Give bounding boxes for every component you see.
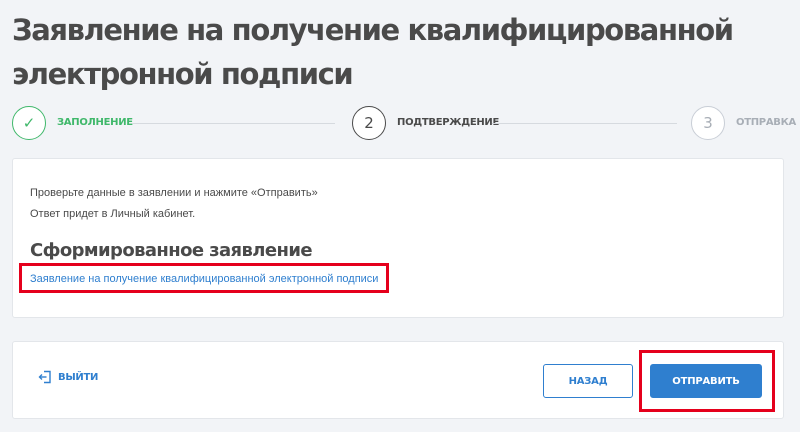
exit-label: Выйти [58, 371, 99, 383]
exit-button[interactable]: Выйти [38, 370, 98, 384]
section-title: Сформированное заявление [30, 240, 313, 261]
page-title: Заявление на получение квалифицированной… [12, 13, 734, 91]
step-connector-1 [132, 123, 335, 124]
send-button[interactable]: Отправить [650, 364, 762, 398]
application-document-link[interactable]: Заявление на получение квалифицированной… [30, 272, 378, 286]
back-button-label: Назад [568, 375, 608, 387]
application-review-card: Проверьте данные в заявлении и нажмите «… [12, 158, 784, 318]
step-2-label: Подтверждение [397, 117, 500, 128]
response-note-text: Ответ придет в Личный кабинет. [30, 208, 196, 220]
actions-card: Выйти Назад Отправить [12, 341, 784, 419]
back-button[interactable]: Назад [543, 364, 633, 398]
step-2-number: 2 [364, 114, 374, 132]
logout-icon [38, 370, 52, 384]
step-1-indicator: ✓ [12, 106, 46, 140]
step-2-indicator: 2 [352, 106, 386, 140]
step-3-number: 3 [703, 114, 713, 132]
send-button-label: Отправить [672, 375, 740, 387]
check-icon: ✓ [22, 114, 36, 132]
step-3-indicator: 3 [691, 106, 725, 140]
step-3-label: Отправка [736, 117, 796, 128]
step-1-label: Заполнение [57, 117, 133, 128]
instruction-text: Проверьте данные в заявлении и нажмите «… [30, 187, 318, 199]
progress-stepper: ✓ Заполнение 2 Подтверждение 3 Отправка [12, 106, 800, 140]
step-connector-2 [492, 123, 677, 124]
